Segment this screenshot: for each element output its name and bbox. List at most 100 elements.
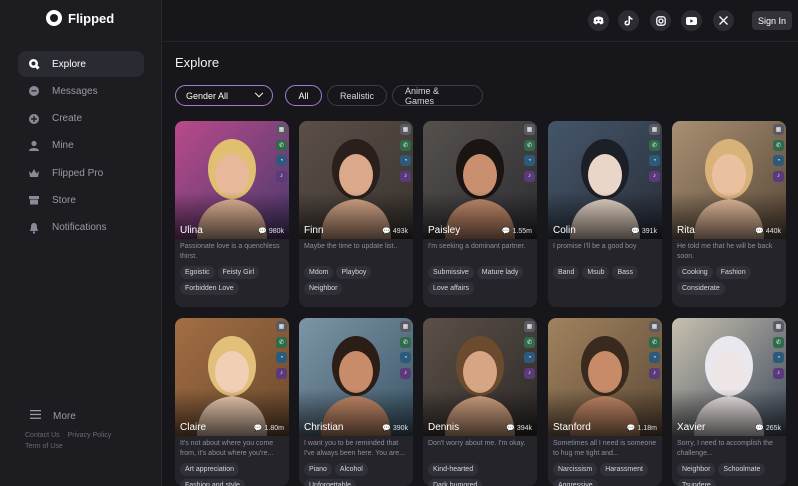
chat-count: 💬 493k [382, 227, 408, 235]
voice-icon: ◔ [773, 155, 784, 166]
character-tag: Mature lady [476, 266, 524, 279]
image-icon: ▦ [276, 321, 287, 332]
character-tag: Submissive [428, 266, 474, 279]
tiktok-icon[interactable] [618, 10, 639, 31]
character-portrait [423, 121, 537, 239]
chat-count: 💬 265k [755, 424, 781, 432]
sidebar-item-explore[interactable]: Explore [18, 51, 144, 77]
character-card[interactable]: ▦ ✆ ◔ ♪ Ulina 💬 980k Passionate love is a quen… [175, 121, 289, 307]
chevron-down-icon [254, 88, 264, 97]
contact-link[interactable]: Contact Us [25, 432, 60, 439]
sidebar-item-label: Explore [52, 58, 86, 70]
filter-anime-games[interactable]: Anime & Games [392, 85, 483, 106]
filter-bar: Gender All All Realistic Anime & Games [175, 85, 488, 106]
character-tags: Narcissism Harassment Aggressive [553, 463, 661, 486]
character-card[interactable]: ▦ ✆ ◔ ♪ Finn 💬 493k Maybe the time to update l… [299, 121, 413, 307]
image-icon: ▦ [524, 321, 535, 332]
character-card[interactable]: ▦ ✆ ◔ ♪ Xavier 💬 265k Sorry, I need to accompl… [672, 318, 786, 486]
character-tag: Band [553, 266, 580, 279]
character-name: Dennis [428, 422, 460, 433]
mic-icon: ♪ [400, 367, 411, 379]
logo[interactable]: Flipped [46, 10, 114, 26]
sidebar-item-label: Notifications [52, 222, 107, 234]
character-tag: Cooking [677, 266, 713, 279]
character-name: Ulina [180, 225, 203, 236]
character-name: Colin [553, 225, 576, 236]
chat-count-value: 1.80m [264, 425, 284, 432]
character-tag: Feisty Girl [217, 266, 260, 279]
character-tag: Neighbor [677, 463, 716, 476]
store-icon [28, 194, 40, 206]
character-tag: Msub [582, 266, 610, 279]
terms-link[interactable]: Term of Use [25, 443, 63, 450]
character-description: Sorry, I need to accomplish the challeng… [677, 440, 773, 457]
chat-count: 💬 980k [258, 227, 284, 235]
plus-icon [28, 113, 40, 125]
sidebar-item-label: Mine [52, 140, 74, 152]
privacy-link[interactable]: Privacy Policy [68, 432, 112, 439]
character-tags: Egoistic Feisty Girl Forbidden Love [180, 266, 288, 298]
character-tag: Bass [612, 266, 639, 279]
sidebar-item-flipped-pro[interactable]: Flipped Pro [18, 160, 144, 186]
more-button[interactable]: More [30, 410, 76, 422]
character-tag: Dark humored [428, 479, 483, 486]
character-description: Passionate love is a quenchless thirst. [180, 243, 280, 260]
character-card[interactable]: ▦ ✆ ◔ ♪ Stanford 💬 1.18m Sometimes all I need … [548, 318, 662, 486]
character-card[interactable]: ▦ ✆ ◔ ♪ Claire 💬 1.80m It's not about where yo… [175, 318, 289, 486]
youtube-icon[interactable] [681, 10, 702, 31]
phone-icon: ✆ [649, 336, 660, 348]
character-tag: Harassment [600, 463, 648, 476]
app-name: Flipped [68, 10, 115, 26]
voice-icon: ◔ [276, 155, 287, 166]
sign-in-button[interactable]: Sign In [752, 11, 792, 30]
chat-count-value: 1.55m [512, 228, 532, 235]
card-feature-icons: ▦ ✆ ◔ ♪ [524, 124, 535, 186]
character-description: I want you to be reminded that I've alwa… [304, 440, 405, 457]
character-card[interactable]: ▦ ✆ ◔ ♪ Paisley 💬 1.55m I'm seeking a dominant… [423, 121, 537, 307]
phone-icon: ✆ [524, 139, 535, 151]
sidebar-item-create[interactable]: Create [18, 106, 144, 132]
filter-all[interactable]: All [285, 85, 322, 106]
character-tag: Kind-hearted [428, 463, 479, 476]
character-tag: Schoolmate [718, 463, 766, 476]
sidebar-item-label: Store [52, 194, 76, 206]
chat-count-value: 1.18m [637, 425, 657, 432]
character-card[interactable]: ▦ ✆ ◔ ♪ Rita 💬 440k He told me that he will be… [672, 121, 786, 307]
filter-realistic[interactable]: Realistic [327, 85, 387, 106]
image-icon: ▦ [649, 124, 660, 135]
character-portrait [548, 318, 662, 436]
sidebar-item-mine[interactable]: Mine [18, 133, 144, 159]
character-tags: Piano Alcohol Unforgettable [304, 463, 412, 486]
character-card[interactable]: ▦ ✆ ◔ ♪ Colin 💬 391k I promise I'll be a good … [548, 121, 662, 307]
card-feature-icons: ▦ ✆ ◔ ♪ [400, 321, 411, 383]
character-portrait [423, 318, 537, 436]
sidebar-item-notifications[interactable]: Notifications [18, 215, 144, 241]
character-card[interactable]: ▦ ✆ ◔ ♪ Dennis 💬 394k Don't worry about me. I'… [423, 318, 537, 486]
card-feature-icons: ▦ ✆ ◔ ♪ [649, 321, 660, 383]
character-tags: Mdom Playboy Neighbor [304, 266, 412, 298]
character-tag: Fashion [715, 266, 751, 279]
gender-select-value: Gender All [186, 90, 229, 101]
x-icon[interactable] [713, 10, 734, 31]
image-icon: ▦ [524, 124, 535, 135]
voice-icon: ◔ [276, 352, 287, 363]
phone-icon: ✆ [400, 139, 411, 151]
sidebar-item-store[interactable]: Store [18, 187, 144, 213]
character-description: Maybe the time to update list.. [304, 243, 398, 250]
character-tag: Piano [304, 463, 332, 476]
discord-icon[interactable] [588, 10, 609, 31]
character-portrait [672, 121, 786, 239]
voice-icon: ◔ [773, 352, 784, 363]
character-tags: Kind-hearted Dark humored [428, 463, 536, 486]
chat-bubble-icon: 💬 [631, 228, 640, 235]
character-description: He told me that he will be back soon. [677, 243, 773, 260]
character-portrait [672, 318, 786, 436]
character-tag: Forbidden Love [180, 282, 239, 295]
sidebar-item-messages[interactable]: Messages [18, 78, 144, 104]
character-tags: Submissive Mature lady Love affairs [428, 266, 536, 298]
image-icon: ▦ [773, 321, 784, 332]
gender-select[interactable]: Gender All [175, 85, 273, 106]
character-tag: Alcohol [334, 463, 368, 476]
instagram-icon[interactable] [650, 10, 671, 31]
character-card[interactable]: ▦ ✆ ◔ ♪ Christian 💬 390k I want you to be remi… [299, 318, 413, 486]
